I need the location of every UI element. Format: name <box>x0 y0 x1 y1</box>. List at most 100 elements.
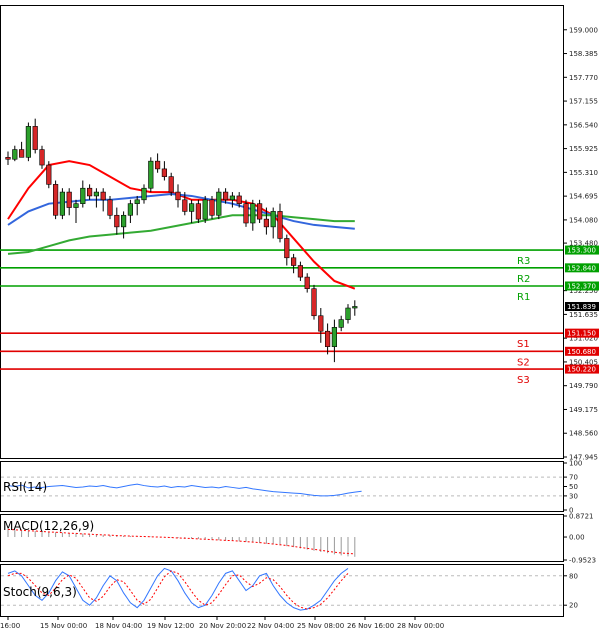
time-tick-label: 20 Nov 20:00 <box>199 622 246 630</box>
candle-body <box>25 126 32 158</box>
candle-body <box>209 199 215 216</box>
candle-body <box>134 199 140 204</box>
candle-body <box>114 214 120 228</box>
level-label: S3 <box>517 375 530 386</box>
candle-body <box>195 203 202 220</box>
candle-body <box>250 203 256 224</box>
candle-body <box>87 187 93 197</box>
level-label: S1 <box>517 339 530 350</box>
time-tick-label: 25 Nov 08:00 <box>297 622 344 630</box>
rsi-tick-label: 50 <box>569 483 578 491</box>
candle-body <box>93 191 99 197</box>
time-tick-label: 16:00 <box>0 622 20 630</box>
price-tick-label: 149.790 <box>569 382 598 390</box>
macd-tick-label: 0.8721 <box>569 513 594 521</box>
price-tick-label: 158.385 <box>569 50 598 58</box>
time-tick-label: 18 Nov 04:00 <box>95 622 142 630</box>
candle-body <box>318 315 324 332</box>
chart-canvas: 159.000 158.385 157.770 157.155 156.540 155.9… <box>0 0 600 633</box>
candle-body <box>46 164 52 185</box>
macd-tick-label: 0.00 <box>569 534 585 542</box>
candle-body <box>32 126 38 150</box>
candle-body <box>270 211 276 228</box>
rsi-tick-label: 100 <box>569 460 582 468</box>
price-tick-label: 157.155 <box>569 98 598 106</box>
time-tick-label: 28 Nov 00:00 <box>397 622 444 630</box>
candle-body <box>148 160 154 189</box>
candle-body <box>304 276 310 289</box>
level-value: 150.680 <box>567 348 596 356</box>
price-tick-label: 154.080 <box>569 216 598 224</box>
candle-body <box>189 203 195 212</box>
candle-body <box>331 327 338 347</box>
candle-body <box>216 191 222 216</box>
level-value: 152.840 <box>567 264 596 272</box>
candle-body <box>80 187 86 204</box>
price-tick-label: 151.635 <box>569 311 598 319</box>
candle-body <box>263 218 270 228</box>
time-tick-label: 15 Nov 00:00 <box>40 622 87 630</box>
candle-body <box>52 184 59 216</box>
candle-body <box>175 191 181 201</box>
candle-body <box>121 214 127 228</box>
level-label: R3 <box>517 256 530 267</box>
stoch-tick-label: 80 <box>569 572 578 580</box>
macd-tick-label: -0.9523 <box>569 557 596 565</box>
candle-body <box>12 149 18 160</box>
current-price-value: 151.839 <box>567 303 596 311</box>
candle-body <box>290 257 297 266</box>
time-tick-label: 19 Nov 12:00 <box>147 622 194 630</box>
candle-body <box>345 307 351 320</box>
candle-body <box>59 191 65 216</box>
candle-body <box>284 238 290 259</box>
candle-body <box>5 156 11 160</box>
price-tick-label: 155.310 <box>569 169 598 177</box>
current-price: 151.839 <box>565 302 599 312</box>
candle-body <box>141 187 147 201</box>
candle-body <box>155 160 161 170</box>
rsi-tick-label: 30 <box>569 492 578 500</box>
candle-body <box>127 203 134 216</box>
candle-body <box>73 203 79 208</box>
candle-body <box>324 330 331 347</box>
macd-title: MACD(12,26,9) <box>3 519 94 533</box>
price-tick-label: 148.560 <box>569 430 598 438</box>
candle-body <box>107 199 113 216</box>
rsi-tick-label: 70 <box>569 474 578 482</box>
candle-body <box>338 319 344 328</box>
candle-body <box>66 191 72 208</box>
level-value: 150.220 <box>567 366 596 374</box>
candle-body <box>311 288 317 317</box>
candle-body <box>39 149 45 166</box>
level-value: 151.150 <box>567 330 596 338</box>
stoch-tick-label: 20 <box>569 602 578 610</box>
time-tick-label: 26 Nov 16:00 <box>347 622 394 630</box>
candle-body <box>100 191 106 201</box>
price-tick-label: 155.925 <box>569 145 598 153</box>
price-tick-label: 149.175 <box>569 406 598 414</box>
price-tick-label: 157.770 <box>569 74 598 82</box>
level-label: R1 <box>517 292 530 303</box>
candle-body <box>256 203 263 220</box>
stoch-title: Stoch(9,6,3) <box>3 585 77 599</box>
candle-body <box>352 306 358 309</box>
candle-body <box>297 265 304 278</box>
candle-body <box>202 199 208 220</box>
candle-body <box>223 191 229 201</box>
candle-body <box>277 211 283 239</box>
price-tick-label: 159.000 <box>569 26 598 34</box>
rsi-title: RSI(14) <box>3 480 47 494</box>
level-label: R2 <box>517 274 530 285</box>
price-tick-label: 154.695 <box>569 193 598 201</box>
candle-body <box>236 195 242 204</box>
price-tick-label: 156.540 <box>569 121 598 129</box>
level-value: 153.300 <box>567 247 596 255</box>
candle-body <box>229 195 236 201</box>
time-tick-label: 22 Nov 04:00 <box>247 622 294 630</box>
candle-body <box>18 149 25 158</box>
candle-body <box>243 203 249 224</box>
candle-body <box>161 168 168 177</box>
candle-body <box>168 176 174 193</box>
level-value: 152.370 <box>567 282 596 290</box>
candle-body <box>182 199 188 212</box>
